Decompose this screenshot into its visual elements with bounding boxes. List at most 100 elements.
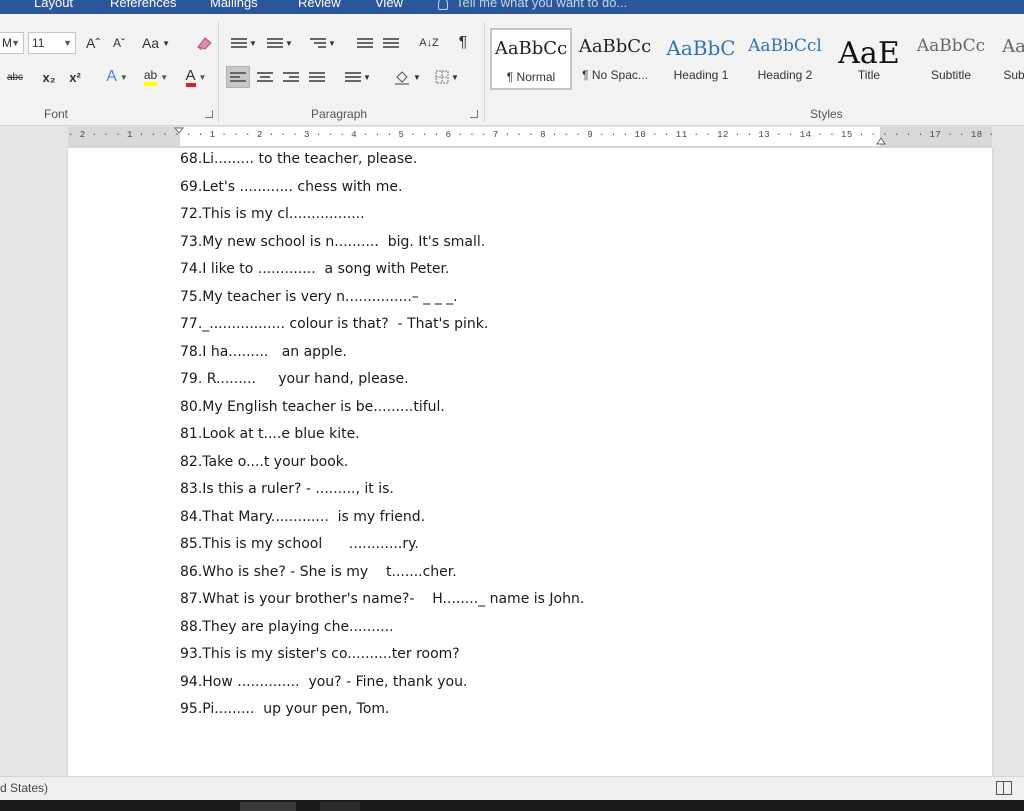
taskbar-button[interactable] — [240, 802, 296, 811]
paint-bucket-icon — [395, 71, 410, 85]
style-sample: AaBbCc — [578, 36, 652, 57]
numbering-button[interactable]: ▼ — [264, 32, 296, 54]
align-left-button[interactable] — [226, 66, 250, 88]
language-indicator[interactable]: d States) — [0, 781, 48, 795]
style-no-spacing[interactable]: AaBbCc ¶ No Spac... — [574, 28, 656, 90]
increase-indent-icon — [383, 36, 399, 50]
style-name: Sub — [1003, 68, 1024, 82]
exercise-line: 93.This is my sister's co..........ter r… — [180, 646, 460, 662]
align-center-icon — [257, 70, 273, 84]
exercise-line: 86.Who is she? - She is my t.......cher. — [180, 563, 457, 580]
style-name: Heading 2 — [757, 68, 813, 82]
change-case-button[interactable]: Aa ▼ — [138, 32, 174, 54]
align-right-icon — [283, 70, 299, 84]
tell-me-box[interactable]: Tell me what you want to do... — [438, 0, 627, 10]
tab-layout[interactable]: Layout — [34, 0, 73, 10]
chevron-down-icon: ▼ — [162, 38, 171, 48]
align-left-icon — [230, 70, 246, 84]
exercise-line: 74.I like to ............. a song with P… — [180, 261, 450, 277]
style-heading-2[interactable]: AaBbCcl Heading 2 — [744, 28, 826, 90]
borders-button[interactable]: ▼ — [430, 66, 464, 88]
style-title[interactable]: AaE Title — [828, 28, 910, 90]
word-window: Layout References Mailings Review View T… — [0, 0, 1024, 811]
style-sample: AaBbCc — [494, 38, 568, 59]
highlight-button[interactable]: ab ▼ — [138, 66, 174, 88]
font-color-icon: A — [185, 68, 196, 87]
exercise-line: 81.Look at t....e blue kite. — [180, 426, 360, 442]
chevron-down-icon: ▼ — [451, 72, 459, 82]
justify-button[interactable] — [306, 66, 328, 88]
style-subtle-emphasis[interactable]: Aa Sub — [994, 28, 1024, 90]
tab-view[interactable]: View — [375, 0, 403, 10]
tab-review[interactable]: Review — [298, 0, 341, 10]
exercise-line: 72.This is my cl................. — [180, 206, 365, 222]
style-sample: AaBbCc — [916, 36, 986, 56]
exercise-line: 95.Pi......... up your pen, Tom. — [180, 701, 390, 717]
sort-button[interactable]: A↓Z — [418, 32, 440, 54]
shrink-font-button[interactable]: Aˇ — [108, 32, 130, 54]
ruler-ticks: · 2 · · · 1 · · · · · · 1 · · · 2 · · · … — [68, 130, 992, 140]
chevron-down-icon: ▼ — [249, 38, 257, 48]
justify-icon — [309, 70, 325, 84]
style-normal[interactable]: AaBbCc ¶ Normal — [490, 28, 572, 90]
strikethrough-button[interactable]: abc — [0, 66, 32, 88]
bullets-button[interactable]: ▼ — [228, 32, 260, 54]
style-sample: AaE — [838, 36, 900, 71]
font-dialog-launcher-icon[interactable] — [205, 110, 213, 118]
taskbar-button[interactable] — [320, 802, 360, 811]
text-effects-button[interactable]: A ▼ — [100, 66, 134, 88]
change-case-label: Aa — [141, 35, 160, 51]
chevron-down-icon: ▼ — [413, 72, 421, 82]
exercise-line: 78.I ha......... an apple. — [180, 343, 347, 360]
text-effects-icon: A — [106, 68, 117, 85]
style-heading-1[interactable]: AaBbC Heading 1 — [660, 28, 742, 90]
document-page[interactable]: 68.Li......... to the teacher, please. 6… — [68, 148, 992, 776]
shading-button[interactable]: ▼ — [390, 66, 424, 88]
chevron-down-icon: ▼ — [160, 72, 169, 82]
horizontal-ruler[interactable]: · 2 · · · 1 · · · · · · 1 · · · 2 · · · … — [68, 127, 992, 147]
increase-indent-button[interactable] — [380, 32, 402, 54]
exercise-line: 79. R......... your hand, please. — [180, 371, 409, 387]
style-name: Heading 1 — [673, 68, 729, 82]
tab-references[interactable]: References — [110, 0, 176, 10]
document-canvas: 68.Li......... to the teacher, please. 6… — [0, 148, 1024, 776]
clear-formatting-button[interactable] — [192, 32, 216, 54]
superscript-button[interactable]: x² — [64, 66, 86, 88]
borders-icon — [435, 70, 449, 84]
exercise-line: 87.What is your brother's name?- H......… — [180, 591, 585, 607]
exercise-line: 77._................. colour is that? - … — [180, 316, 489, 332]
exercise-line: 94.How .............. you? - Fine, thank… — [180, 673, 468, 690]
font-name-combo[interactable]: M ▼ — [0, 32, 24, 54]
right-indent-icon[interactable] — [876, 135, 886, 145]
font-color-button[interactable]: A ▼ — [178, 66, 214, 88]
tell-me-text: Tell me what you want to do... — [456, 0, 628, 10]
grow-font-button[interactable]: Aˆ — [82, 32, 104, 54]
line-spacing-button[interactable]: ▼ — [342, 66, 374, 88]
chevron-down-icon: ▼ — [285, 38, 293, 48]
eraser-icon — [197, 37, 212, 51]
font-size-combo[interactable]: 11 ▼ — [28, 32, 76, 54]
numbering-icon — [267, 36, 284, 50]
subscript-button[interactable]: x₂ — [38, 66, 60, 88]
status-bar: d States) — [0, 776, 1024, 800]
tab-mailings[interactable]: Mailings — [210, 0, 258, 10]
exercise-line: 85.This is my school ............ry. — [180, 536, 419, 552]
styles-group-label: Styles — [810, 107, 843, 121]
show-formatting-button[interactable]: ¶ — [452, 32, 474, 54]
exercise-line: 83.Is this a ruler? - ........., it is. — [180, 481, 394, 497]
group-divider — [484, 22, 485, 122]
decrease-indent-button[interactable] — [354, 32, 376, 54]
chevron-down-icon: ▼ — [11, 38, 20, 48]
paragraph-dialog-launcher-icon[interactable] — [470, 110, 478, 118]
bullets-icon — [231, 36, 248, 50]
font-group-label: Font — [44, 107, 69, 121]
style-subtitle[interactable]: AaBbCc Subtitle — [910, 28, 992, 90]
first-line-indent-icon[interactable] — [174, 127, 184, 137]
multilevel-list-button[interactable]: ▼ — [306, 32, 340, 54]
style-name: Title — [857, 68, 881, 82]
pilcrow-icon: ¶ — [458, 34, 468, 51]
align-right-button[interactable] — [280, 66, 302, 88]
exercise-line: 80.My English teacher is be.........tifu… — [180, 398, 445, 415]
read-mode-icon[interactable] — [996, 781, 1012, 795]
align-center-button[interactable] — [254, 66, 276, 88]
